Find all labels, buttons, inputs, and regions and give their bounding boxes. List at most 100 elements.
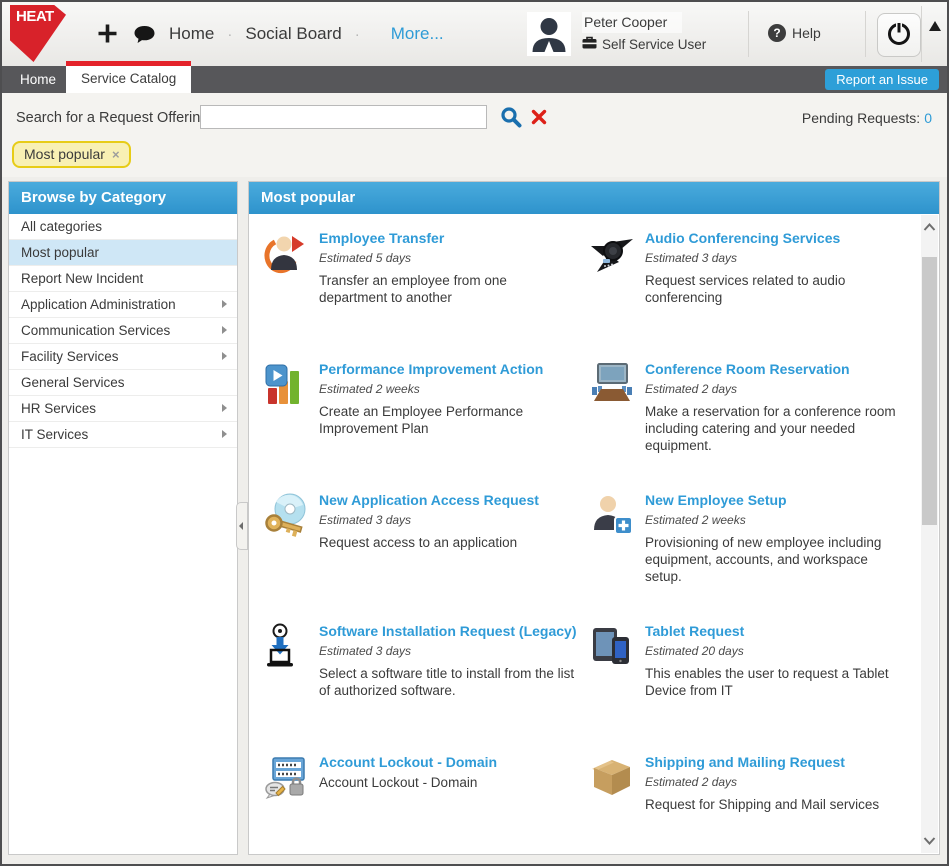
nav-social-board[interactable]: Social Board — [245, 24, 341, 44]
search-input[interactable] — [200, 105, 487, 129]
tile-description: Make a reservation for a conference room… — [645, 403, 903, 454]
sidebar-item-label: Communication Services — [21, 323, 170, 338]
tile-title[interactable]: Employee Transfer — [319, 230, 577, 248]
user-role-label: Self Service User — [602, 37, 706, 52]
user-avatar[interactable] — [527, 12, 571, 56]
sidebar-item-hr-services[interactable]: HR Services — [9, 396, 237, 422]
scroll-down-icon[interactable] — [921, 831, 938, 851]
catalog-title: Most popular — [249, 182, 939, 214]
tile-estimate: Estimated 2 days — [645, 382, 903, 396]
search-label: Search for a Request Offering: — [16, 110, 212, 126]
heat-logo-text: HEAT — [16, 8, 54, 25]
sidebar-item-application-administration[interactable]: Application Administration — [9, 292, 237, 318]
sidebar-collapse-handle[interactable] — [236, 502, 248, 550]
scroll-up-icon[interactable] — [921, 217, 938, 237]
tile-new-application-access-request[interactable]: New Application Access Request Estimated… — [263, 492, 589, 602]
shipping-box-icon — [589, 754, 635, 800]
pending-requests-count[interactable]: 0 — [924, 110, 932, 126]
scrollbar-thumb[interactable] — [922, 257, 937, 525]
search-icon[interactable] — [500, 106, 523, 134]
catalog-scrollbar[interactable] — [921, 215, 938, 853]
filter-chip-label: Most popular — [24, 146, 105, 162]
chat-icon[interactable] — [133, 25, 156, 49]
tile-title[interactable]: Shipping and Mailing Request — [645, 754, 879, 772]
app-window: HEAT Home · Social Board · More... Peter… — [0, 0, 949, 866]
account-lockout-icon — [263, 754, 309, 800]
tile-description: Select a software title to install from … — [319, 665, 577, 699]
tab-home[interactable]: Home — [10, 66, 66, 93]
expand-arrow-icon — [222, 404, 227, 412]
tile-conference-room-reservation[interactable]: Conference Room Reservation Estimated 2 … — [589, 361, 915, 471]
employee-transfer-icon — [263, 230, 309, 276]
tile-title[interactable]: New Employee Setup — [645, 492, 903, 510]
tile-description: Transfer an employee from one department… — [319, 272, 577, 306]
sidebar-item-communication-services[interactable]: Communication Services — [9, 318, 237, 344]
pending-requests: Pending Requests:0 — [802, 110, 932, 126]
header-divider — [748, 11, 749, 57]
header-divider — [921, 6, 922, 62]
nav-home[interactable]: Home — [169, 24, 214, 44]
report-an-issue-button[interactable]: Report an Issue — [825, 69, 939, 90]
tablet-icon — [589, 623, 635, 669]
catalog-panel: Most popular Employee Transfer Estimated… — [248, 181, 940, 855]
tile-estimate: Estimated 2 days — [645, 775, 879, 789]
tile-audio-conferencing-services[interactable]: Audio Conferencing Services Estimated 3 … — [589, 230, 915, 340]
nav-more[interactable]: More... — [391, 24, 444, 44]
tile-title[interactable]: Software Installation Request (Legacy) — [319, 623, 577, 641]
filter-chip-most-popular[interactable]: Most popular × — [12, 141, 131, 168]
user-name[interactable]: Peter Cooper — [582, 12, 682, 33]
tile-title[interactable]: Conference Room Reservation — [645, 361, 903, 379]
tile-shipping-and-mailing-request[interactable]: Shipping and Mailing Request Estimated 2… — [589, 754, 915, 854]
tile-title[interactable]: New Application Access Request — [319, 492, 539, 510]
user-role-row: Self Service User — [582, 36, 706, 52]
tab-service-catalog[interactable]: Service Catalog — [66, 61, 191, 93]
header-divider — [865, 11, 866, 57]
window-scroll-up-icon[interactable] — [929, 21, 941, 31]
sidebar-item-it-services[interactable]: IT Services — [9, 422, 237, 448]
sidebar-item-label: IT Services — [21, 427, 88, 442]
tile-description: Request services related to audio confer… — [645, 272, 903, 306]
tile-estimate: Estimated 20 days — [645, 644, 903, 658]
briefcase-icon — [582, 36, 597, 52]
chip-close-icon[interactable]: × — [112, 147, 120, 162]
tile-new-employee-setup[interactable]: New Employee Setup Estimated 2 weeks Pro… — [589, 492, 915, 602]
expand-arrow-icon — [222, 430, 227, 438]
tile-title[interactable]: Account Lockout - Domain — [319, 754, 497, 772]
help-button[interactable]: ? Help — [768, 24, 821, 42]
tile-account-lockout-domain[interactable]: Account Lockout - Domain Account Lockout… — [263, 754, 589, 854]
tile-description: Request access to an application — [319, 534, 539, 551]
sidebar-item-general-services[interactable]: General Services — [9, 370, 237, 396]
sidebar-item-all-categories[interactable]: All categories — [9, 214, 237, 240]
sidebar-item-label: All categories — [21, 219, 102, 234]
tile-employee-transfer[interactable]: Employee Transfer Estimated 5 days Trans… — [263, 230, 589, 340]
catalog-grid: Employee Transfer Estimated 5 days Trans… — [249, 214, 920, 854]
tile-title[interactable]: Tablet Request — [645, 623, 903, 641]
expand-arrow-icon — [222, 352, 227, 360]
tile-estimate: Estimated 2 weeks — [645, 513, 903, 527]
sidebar-item-report-new-incident[interactable]: Report New Incident — [9, 266, 237, 292]
tile-tablet-request[interactable]: Tablet Request Estimated 20 days This en… — [589, 623, 915, 733]
top-navigation: Home · Social Board · More... — [169, 2, 444, 66]
sidebar-item-label: Most popular — [21, 245, 99, 260]
nav-separator: · — [355, 26, 360, 43]
tile-software-installation-request-legacy[interactable]: Software Installation Request (Legacy) E… — [263, 623, 589, 733]
sidebar-item-label: Report New Incident — [21, 271, 143, 286]
heat-logo: HEAT — [10, 5, 66, 62]
add-icon[interactable] — [97, 23, 118, 49]
logout-button[interactable] — [877, 13, 921, 57]
sidebar-title: Browse by Category — [9, 182, 237, 214]
tile-title[interactable]: Audio Conferencing Services — [645, 230, 903, 248]
tile-estimate: Estimated 2 weeks — [319, 382, 577, 396]
conference-phone-icon — [589, 230, 635, 276]
sidebar-item-most-popular[interactable]: Most popular — [9, 240, 237, 266]
tile-description: Provisioning of new employee including e… — [645, 534, 903, 585]
help-label: Help — [792, 25, 821, 41]
tile-title[interactable]: Performance Improvement Action — [319, 361, 577, 379]
nav-separator: · — [227, 26, 232, 43]
sidebar-item-facility-services[interactable]: Facility Services — [9, 344, 237, 370]
expand-arrow-icon — [222, 326, 227, 334]
tile-performance-improvement-action[interactable]: Performance Improvement Action Estimated… — [263, 361, 589, 471]
tile-description: This enables the user to request a Table… — [645, 665, 903, 699]
software-install-icon — [263, 623, 309, 669]
clear-search-icon[interactable] — [531, 109, 547, 130]
